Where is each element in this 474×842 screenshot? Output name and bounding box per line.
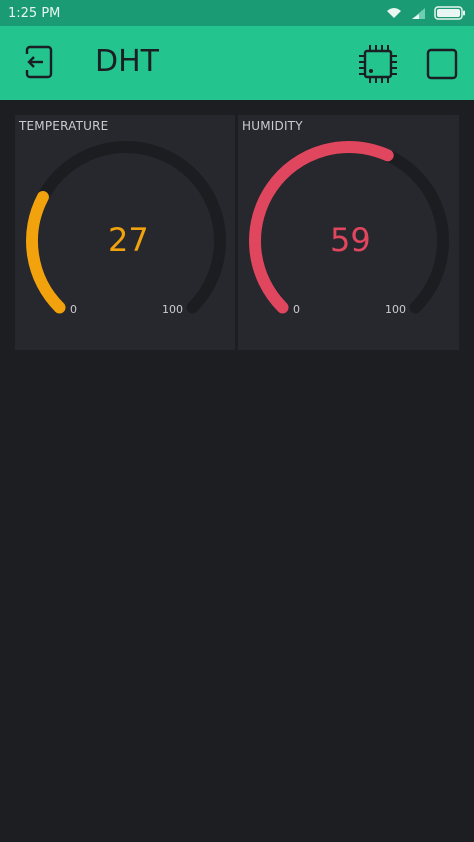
- stop-icon: [426, 48, 458, 80]
- status-icons: [386, 6, 466, 20]
- stop-button[interactable]: [424, 46, 460, 82]
- temperature-label: TEMPERATURE: [19, 119, 109, 133]
- chip-icon: [359, 45, 397, 83]
- temperature-max: 100: [162, 303, 183, 316]
- humidity-min: 0: [293, 303, 300, 316]
- status-time: 1:25 PM: [8, 5, 61, 21]
- device-button[interactable]: [356, 42, 400, 86]
- temperature-gauge-fill: [26, 191, 66, 314]
- exit-project-button[interactable]: [20, 44, 56, 80]
- humidity-gauge-widget[interactable]: HUMIDITY 59 0 100: [238, 115, 459, 350]
- project-title: DHT: [95, 44, 159, 79]
- app-bar: DHT: [0, 26, 474, 100]
- humidity-label: HUMIDITY: [242, 119, 303, 133]
- signal-icon: [412, 8, 425, 19]
- humidity-value: 59: [330, 221, 371, 259]
- humidity-max: 100: [385, 303, 406, 316]
- battery-icon: [434, 6, 465, 20]
- exit-icon: [23, 45, 53, 79]
- temperature-value: 27: [108, 221, 149, 259]
- temperature-min: 0: [70, 303, 77, 316]
- wifi-icon: [387, 8, 401, 18]
- temperature-gauge-widget[interactable]: TEMPERATURE 27 0 100: [15, 115, 235, 350]
- status-bar: 1:25 PM: [0, 0, 474, 26]
